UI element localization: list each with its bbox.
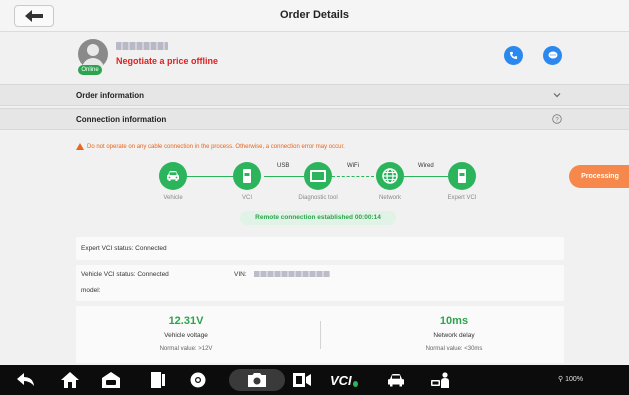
vehicle-voltage-normal: Normal value: >12V xyxy=(159,346,213,352)
node-expert-vci xyxy=(448,162,476,190)
nav-browser-button[interactable] xyxy=(186,365,210,395)
node-label: Expert VCI xyxy=(447,195,477,201)
warning-icon xyxy=(76,143,84,150)
battery-text: 100% xyxy=(565,376,583,383)
network-delay-value: 10ms xyxy=(439,315,469,327)
nav-screen-record-button[interactable] xyxy=(290,365,314,395)
phone-icon xyxy=(509,51,518,60)
link-wifi-label: WiFi xyxy=(347,163,359,169)
vehicle-vci-status: Vehicle VCI status: Connected xyxy=(81,271,169,278)
divider xyxy=(320,321,321,349)
camera-icon xyxy=(248,373,266,387)
link-line xyxy=(186,176,236,177)
node-label: Vehicle xyxy=(163,195,183,201)
masked-vin xyxy=(254,271,330,277)
model-label: model: xyxy=(81,287,101,294)
back-arrow-icon xyxy=(17,373,34,386)
node-vehicle xyxy=(159,162,187,190)
section-connection-information: Connection information ? xyxy=(0,108,629,130)
online-badge: Online xyxy=(78,65,102,75)
node-network xyxy=(376,162,404,190)
expert-vci-status: Expert VCI status: Connected xyxy=(81,245,167,252)
vehicle-voltage-label: Vehicle voltage xyxy=(164,332,208,339)
link-usb-label: USB xyxy=(277,163,290,169)
section-label: Connection information xyxy=(76,115,167,124)
help-icon[interactable]: ? xyxy=(552,114,562,124)
nav-recent-apps-button[interactable] xyxy=(148,365,168,395)
network-delay-label: Network delay xyxy=(433,332,475,339)
network-delay-normal: Normal value: <30ms xyxy=(425,346,483,352)
vehicle-vci-card: Vehicle VCI status: Connected VIN: model… xyxy=(76,265,564,301)
vci-device-icon xyxy=(243,169,251,183)
nav-vci-button[interactable]: VCI xyxy=(330,365,358,395)
svg-text:?: ? xyxy=(555,117,559,123)
metrics-card: 12.31V Vehicle voltage Normal value: >12… xyxy=(76,306,564,363)
node-label: Diagnostic tool xyxy=(298,195,338,201)
home-icon xyxy=(61,372,79,388)
recent-apps-icon xyxy=(151,372,165,388)
node-label: VCI xyxy=(241,195,252,201)
car-icon xyxy=(388,374,404,387)
link-wired-label: Wired xyxy=(418,163,434,169)
section-label: Order information xyxy=(76,91,145,100)
warning-message: Do not operate on any cable connection i… xyxy=(76,143,345,150)
vci-device-icon xyxy=(458,169,466,183)
nav-vehicle-button[interactable] xyxy=(384,365,408,395)
location-icon: ⚲ xyxy=(558,376,564,383)
status-indicators: ⚲ 100% xyxy=(558,375,583,383)
section-order-information[interactable]: Order information xyxy=(0,84,629,106)
tablet-icon xyxy=(310,170,326,182)
link-line xyxy=(332,176,374,177)
node-vci xyxy=(233,162,261,190)
browser-icon xyxy=(190,372,206,388)
vci-status-dot xyxy=(352,381,358,387)
car-icon xyxy=(167,171,179,181)
chevron-down-icon[interactable] xyxy=(552,90,562,100)
page-title: Order Details xyxy=(279,9,350,21)
chat-button[interactable] xyxy=(543,46,562,65)
expert-vci-card: Expert VCI status: Connected xyxy=(76,237,564,260)
nav-home-button[interactable] xyxy=(58,365,82,395)
chat-bubble-icon xyxy=(548,51,557,59)
remote-connection-status: Remote connection established 00:00:14 xyxy=(240,211,396,225)
top-bar: Order Details xyxy=(0,0,629,32)
link-line xyxy=(264,176,304,177)
nav-camera-button[interactable] xyxy=(229,369,285,391)
system-nav-bar: VCI ⚲ 100% xyxy=(0,365,629,395)
masked-user-id xyxy=(116,42,168,50)
remote-expert-icon xyxy=(431,372,449,388)
vci-icon: VCI xyxy=(330,372,352,388)
user-card: Online Negotiate a price offline xyxy=(66,36,571,81)
globe-icon xyxy=(382,168,398,184)
node-label: Network xyxy=(378,195,401,201)
screen-record-icon xyxy=(293,373,311,387)
nav-back-button[interactable] xyxy=(14,365,38,395)
vehicle-voltage-value: 12.31V xyxy=(168,315,204,327)
node-diagnostic-tool xyxy=(304,162,332,190)
warning-text: Do not operate on any cable connection i… xyxy=(87,143,345,150)
call-button[interactable] xyxy=(504,46,523,65)
link-line xyxy=(404,176,448,177)
car-garage-icon xyxy=(102,372,120,388)
vin-label: VIN: xyxy=(234,271,247,278)
nav-remote-expert-button[interactable] xyxy=(429,365,453,395)
nav-car-home-button[interactable] xyxy=(99,365,123,395)
processing-button[interactable]: Processing xyxy=(569,165,629,188)
negotiate-text: Negotiate a price offline xyxy=(116,56,219,66)
